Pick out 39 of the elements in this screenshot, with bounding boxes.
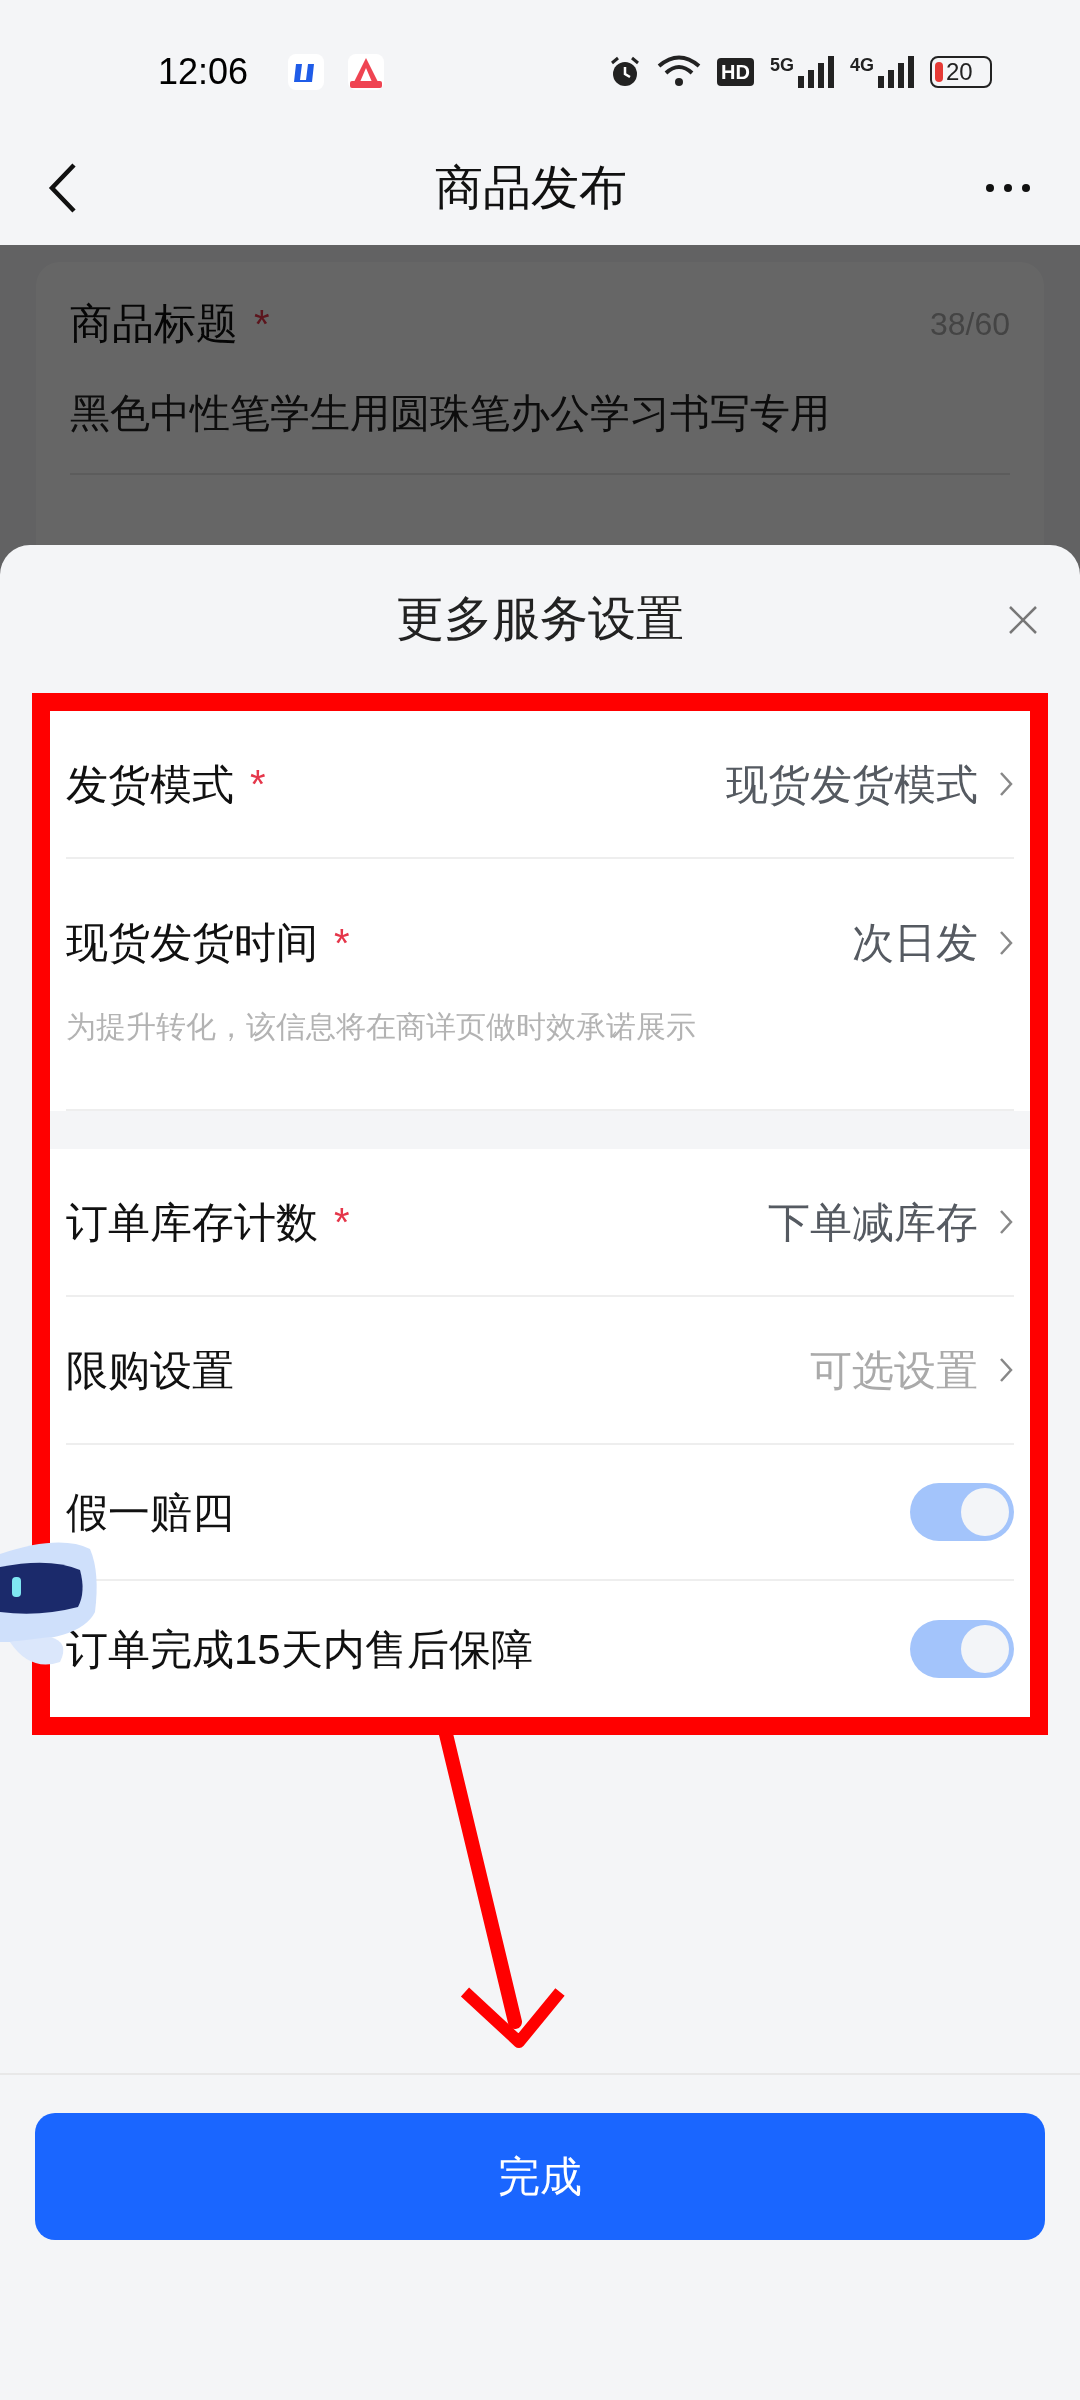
row-label: 发货模式 (66, 759, 234, 810)
row-label: 订单库存计数 (66, 1197, 318, 1248)
row-value: 次日发 (852, 918, 978, 968)
row-label: 订单完成15天内售后保障 (66, 1624, 533, 1675)
network-type-label: 4G (850, 56, 874, 74)
hint-text: 为提升转化，该信息将在商详页做时效承诺展示 (66, 1009, 697, 1045)
done-button[interactable]: 完成 (35, 2113, 1045, 2240)
row-placeholder: 可选设置 (810, 1345, 978, 1396)
row-label: 假一赔四 (66, 1487, 234, 1538)
wifi-icon (657, 55, 702, 89)
select-row-value[interactable]: 次日发 (852, 911, 1014, 974)
row-value: 下单减库存 (768, 1197, 978, 1248)
app-notification-icon (348, 54, 385, 90)
hd-badge: HD (717, 58, 754, 86)
row-value: 现货发货模式 (726, 759, 978, 810)
page-title: 商品发布 (435, 159, 627, 216)
required-mark: * (254, 300, 270, 348)
battery-level-text: 20 (946, 60, 973, 84)
required-mark: * (334, 1199, 350, 1246)
toggle-switch[interactable] (910, 1483, 1014, 1541)
network-type-label: 5G (769, 56, 794, 74)
back-icon[interactable] (48, 161, 78, 214)
toggle-switch[interactable] (910, 1620, 1014, 1678)
app-notification-icon (288, 54, 325, 90)
required-mark: * (250, 761, 266, 808)
signal-bars-icon (878, 56, 914, 88)
row-label: 现货发货时间 (66, 918, 318, 968)
field-label: 商品标题 (70, 299, 238, 349)
alarm-icon (609, 56, 642, 88)
status-time: 12:06 (158, 50, 249, 94)
select-row-value[interactable]: 现货发货模式 (726, 752, 1014, 816)
row-label: 限购设置 (66, 1345, 234, 1396)
signal-bars-icon (798, 56, 834, 88)
more-icon[interactable] (984, 181, 1032, 194)
select-row-value[interactable]: 下单减库存 (768, 1190, 1014, 1254)
sheet-title: 更多服务设置 (396, 591, 684, 647)
required-mark: * (334, 919, 350, 967)
close-icon[interactable] (1008, 605, 1038, 635)
battery-level-bar (935, 62, 943, 82)
